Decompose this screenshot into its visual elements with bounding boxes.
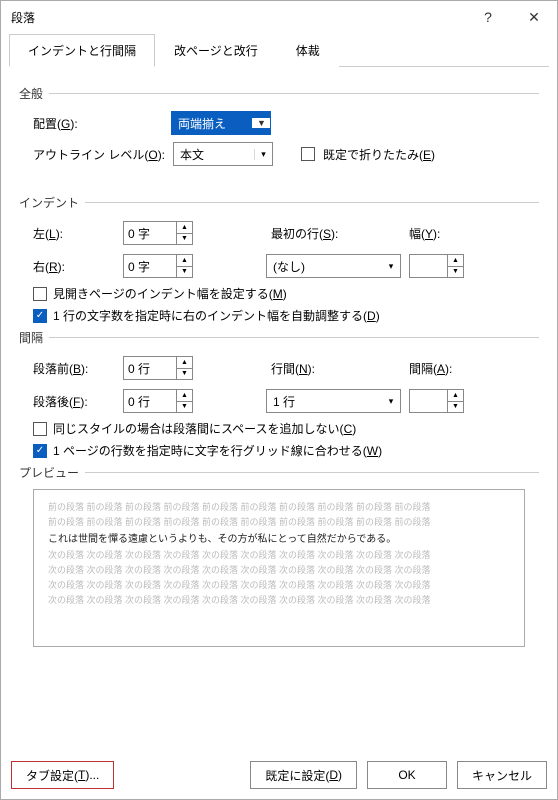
chevron-down-icon: ▼ [252,118,270,128]
linespace-value: 1 行 [267,393,382,410]
tab-asian[interactable]: 体裁 [277,34,339,67]
nospace-label: 同じスタイルの場合は段落間にスペースを追加しない(C) [53,420,356,437]
tab-line-pagebreaks[interactable]: 改ページと改行 [155,34,277,67]
width-label: 幅(Y): [409,225,461,242]
after-value[interactable] [124,390,176,412]
snapgrid-checkbox[interactable]: ✓ [33,444,47,458]
before-label: 段落前(B): [33,360,115,377]
collapse-label: 既定で折りたたみ(E) [323,146,435,163]
dialog-title: 段落 [11,9,465,26]
spin-up-icon[interactable]: ▲ [177,255,192,267]
group-general: 全般 [19,85,539,102]
preview-next: 次の段落 次の段落 次の段落 次の段落 次の段落 次の段落 次の段落 次の段落 … [48,593,510,608]
help-button[interactable]: ? [465,1,511,33]
preview-prev: 前の段落 前の段落 前の段落 前の段落 前の段落 前の段落 前の段落 前の段落 … [48,500,510,515]
cancel-button[interactable]: キャンセル [457,761,547,789]
at-label: 間隔(A): [409,360,461,377]
alignment-value: 両端揃え [172,115,252,132]
left-indent-label: 左(L): [33,225,115,242]
left-indent-value[interactable] [124,222,176,244]
snapgrid-label: 1 ページの行数を指定時に文字を行グリッド線に合わせる(W) [53,442,382,459]
dialog-content: 全般 配置(G): 両端揃え ▼ アウトライン レベル(O): 本文 ▾ 既定で… [1,67,557,647]
alignment-combo[interactable]: 両端揃え ▼ [171,111,271,135]
spin-up-icon[interactable]: ▲ [177,357,192,369]
auto-indent-checkbox[interactable]: ✓ [33,309,47,323]
spin-up-icon[interactable]: ▲ [177,390,192,402]
right-indent-label: 右(R): [33,258,115,275]
spin-down-icon[interactable]: ▼ [177,267,192,278]
width-spinner[interactable]: ▲▼ [409,254,464,278]
set-default-button[interactable]: 既定に設定(D) [250,761,357,789]
firstline-label: 最初の行(S): [271,225,353,242]
chevron-down-icon: ▾ [382,261,400,272]
preview-box: 前の段落 前の段落 前の段落 前の段落 前の段落 前の段落 前の段落 前の段落 … [33,489,525,647]
tab-indent-spacing[interactable]: インデントと行間隔 [9,34,155,67]
preview-next: 次の段落 次の段落 次の段落 次の段落 次の段落 次の段落 次の段落 次の段落 … [48,563,510,578]
group-spacing: 間隔 [19,329,539,346]
spin-up-icon[interactable]: ▲ [448,255,463,267]
firstline-combo[interactable]: (なし) ▾ [266,254,401,278]
spin-down-icon[interactable]: ▼ [177,234,192,245]
chevron-down-icon: ▾ [382,396,400,407]
preview-prev: 前の段落 前の段落 前の段落 前の段落 前の段落 前の段落 前の段落 前の段落 … [48,515,510,530]
at-spinner[interactable]: ▲▼ [409,389,464,413]
outline-label: アウトライン レベル(O): [33,146,165,163]
ok-button[interactable]: OK [367,761,447,789]
tabs-button[interactable]: タブ設定(T)... [11,761,114,789]
collapse-checkbox[interactable] [301,147,315,161]
spin-down-icon[interactable]: ▼ [448,402,463,413]
linespace-label: 行間(N): [271,360,353,377]
group-indent: インデント [19,194,539,211]
after-label: 段落後(F): [33,393,115,410]
outline-value: 本文 [174,146,254,163]
group-preview: プレビュー [19,464,539,481]
chevron-down-icon: ▾ [254,149,272,160]
outline-combo[interactable]: 本文 ▾ [173,142,273,166]
right-indent-value[interactable] [124,255,176,277]
preview-next: 次の段落 次の段落 次の段落 次の段落 次の段落 次の段落 次の段落 次の段落 … [48,578,510,593]
close-button[interactable]: ✕ [511,1,557,33]
titlebar: 段落 ? ✕ [1,1,557,33]
linespace-combo[interactable]: 1 行 ▾ [266,389,401,413]
preview-next: 次の段落 次の段落 次の段落 次の段落 次の段落 次の段落 次の段落 次の段落 … [48,548,510,563]
tabstrip: インデントと行間隔 改ページと改行 体裁 [9,33,549,67]
mirror-label: 見開きページのインデント幅を設定する(M) [53,285,287,302]
spin-up-icon[interactable]: ▲ [177,222,192,234]
mirror-checkbox[interactable] [33,287,47,301]
spin-down-icon[interactable]: ▼ [448,267,463,278]
after-spinner[interactable]: ▲▼ [123,389,193,413]
before-spinner[interactable]: ▲▼ [123,356,193,380]
width-value[interactable] [410,255,447,277]
spin-up-icon[interactable]: ▲ [448,390,463,402]
alignment-label: 配置(G): [33,115,163,132]
before-value[interactable] [124,357,176,379]
left-indent-spinner[interactable]: ▲▼ [123,221,193,245]
spin-down-icon[interactable]: ▼ [177,402,192,413]
auto-indent-label: 1 行の文字数を指定時に右のインデント幅を自動調整する(D) [53,307,380,324]
nospace-checkbox[interactable] [33,422,47,436]
right-indent-spinner[interactable]: ▲▼ [123,254,193,278]
spin-down-icon[interactable]: ▼ [177,369,192,380]
paragraph-dialog: 段落 ? ✕ インデントと行間隔 改ページと改行 体裁 全般 配置(G): 両端… [0,0,558,800]
at-value[interactable] [410,390,447,412]
dialog-footer: タブ設定(T)... 既定に設定(D) OK キャンセル [11,761,547,789]
preview-sample: これは世間を憚る遠慮というよりも、その方が私にとって自然だからである。 [48,531,510,548]
firstline-value: (なし) [267,258,382,275]
